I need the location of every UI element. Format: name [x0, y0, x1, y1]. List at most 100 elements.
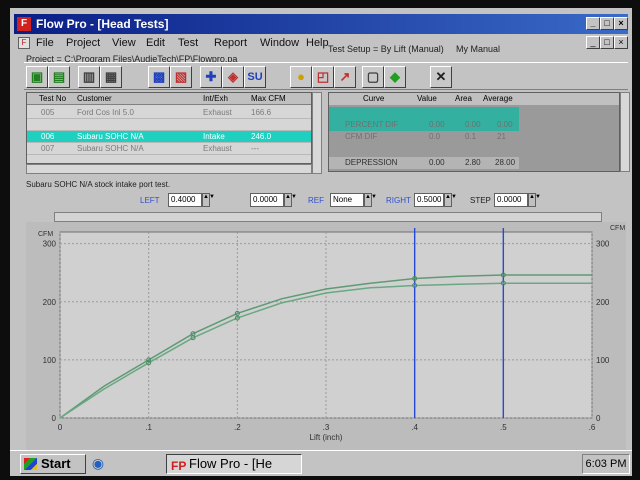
start-label: Start: [41, 456, 71, 471]
test-icon[interactable]: ◈: [222, 66, 244, 88]
curve-row[interactable]: [329, 143, 619, 155]
col-area[interactable]: Area: [455, 94, 472, 103]
menu-edit[interactable]: Edit: [146, 37, 165, 49]
col-value[interactable]: Value: [417, 94, 437, 103]
taskbar-flowpro-button[interactable]: FP Flow Pro - [He: [166, 454, 302, 474]
chart-icon[interactable]: ▧: [170, 66, 192, 88]
flow-chart: 0.1.2.3.4.5.6 0 100 200 300 0 100 200 300 CFM CFM L…: [26, 222, 626, 450]
right-label: RIGHT: [386, 196, 411, 205]
right-spinner[interactable]: ▲▼: [444, 193, 457, 207]
x-tick-label: .3: [323, 423, 330, 432]
window-title: Flow Pro - [Head Tests]: [36, 17, 169, 31]
table-row[interactable]: 005 Ford Cos Inl 5.0 Exhaust 166.6: [27, 107, 311, 119]
print-icon[interactable]: ▦: [100, 66, 122, 88]
table-row[interactable]: [27, 119, 311, 131]
menu-view[interactable]: View: [112, 37, 136, 49]
left-input[interactable]: 0.4000: [168, 193, 202, 207]
curve-row[interactable]: PERCENT DIF 0.00 0.00 0.00: [329, 119, 519, 131]
open-project-icon[interactable]: ▤: [48, 66, 70, 88]
grid-icon[interactable]: ▩: [148, 66, 170, 88]
doc-close-button[interactable]: ×: [614, 36, 628, 49]
curve-row[interactable]: DEPRESSION 0.00 2.80 28.00: [329, 157, 519, 169]
col-int-exh[interactable]: Int/Exh: [203, 94, 228, 103]
step-input[interactable]: 0.0000: [494, 193, 528, 207]
mid-spinner[interactable]: ▲▼: [284, 193, 297, 207]
x-tick-label: .6: [589, 423, 596, 432]
test-setup-label: Test Setup = By Lift (Manual): [328, 44, 444, 54]
maximize-button[interactable]: □: [600, 17, 614, 30]
clock: 6:03 PM: [582, 454, 630, 474]
windows-flag-icon: [24, 458, 37, 470]
toolbar: ▣ ▤ ▥ ▦ ▩ ▧ ✚ ◈ SU ● ◰ ↗ ▢ ◆ ✕: [24, 62, 628, 90]
left-spinner[interactable]: ▲▼: [202, 193, 215, 207]
table-row[interactable]: 007 Subaru SOHC N/A Exhaust ---: [27, 143, 311, 155]
y-right-tick-label: 100: [596, 356, 610, 365]
y-tick-label: 100: [43, 356, 57, 365]
menu-help[interactable]: Help: [306, 37, 329, 49]
y-tick-label: 200: [43, 298, 57, 307]
chart-hscroll[interactable]: [54, 212, 602, 222]
col-test-no[interactable]: Test No: [39, 94, 66, 103]
test-list-vscroll[interactable]: [312, 92, 322, 174]
x-tick-label: .2: [234, 423, 241, 432]
table-row-selected[interactable]: 006 Subaru SOHC N/A Intake 246.0: [27, 131, 311, 143]
x-tick-label: .5: [500, 423, 507, 432]
zoom-icon[interactable]: ▢: [362, 66, 384, 88]
coin-icon[interactable]: ●: [290, 66, 312, 88]
x-axis-label: Lift (inch): [310, 433, 343, 442]
y-right-axis-label: CFM: [610, 225, 625, 232]
y-right-tick-label: 300: [596, 240, 610, 249]
su-icon[interactable]: SU: [244, 66, 266, 88]
start-button[interactable]: Start: [20, 454, 86, 474]
color-icon[interactable]: ◆: [384, 66, 406, 88]
menu-project[interactable]: Project: [66, 37, 100, 49]
open-folder-icon[interactable]: ▣: [26, 66, 48, 88]
y-right-tick-label: 200: [596, 298, 610, 307]
x-tick-label: 0: [58, 423, 63, 432]
title-bar[interactable]: F Flow Pro - [Head Tests] _ □ ×: [14, 14, 628, 34]
flow-icon[interactable]: ✚: [200, 66, 222, 88]
fp-icon: FP: [171, 459, 187, 473]
right-input[interactable]: 0.5000: [414, 193, 444, 207]
y-tick-label: 300: [43, 240, 57, 249]
manual-label: My Manual: [456, 44, 501, 54]
screen: F Flow Pro - [Head Tests] _ □ × F File P…: [10, 8, 632, 474]
taskbar-task-label: Flow Pro - [He: [189, 456, 273, 471]
minimize-button[interactable]: _: [586, 17, 600, 30]
flow-chart-svg[interactable]: 0.1.2.3.4.5.601002003000100200300CFMCFML…: [26, 222, 626, 450]
curve-table-header: Curve Value Area Average: [329, 93, 619, 105]
col-average[interactable]: Average: [483, 94, 513, 103]
menu-file[interactable]: File: [36, 37, 54, 49]
col-customer[interactable]: Customer: [77, 94, 112, 103]
step-spinner[interactable]: ▲▼: [528, 193, 541, 207]
curve-table-vscroll[interactable]: [620, 92, 630, 172]
close-x-icon[interactable]: ✕: [430, 66, 452, 88]
menu-bar: F File Project View Edit Test Report Win…: [14, 34, 628, 52]
x-tick-label: .1: [145, 423, 152, 432]
app-icon[interactable]: F: [17, 17, 31, 31]
mid-input[interactable]: 0.0000: [250, 193, 284, 207]
curve-icon[interactable]: ↗: [334, 66, 356, 88]
curve-row[interactable]: [329, 107, 519, 119]
curve-row[interactable]: CFM DIF 0.0 0.1 21: [329, 131, 619, 143]
doc-restore-button[interactable]: □: [600, 36, 614, 49]
ref-spinner[interactable]: ▲▼: [364, 193, 377, 207]
close-button[interactable]: ×: [614, 17, 628, 30]
test-list-hscroll[interactable]: [26, 164, 312, 174]
menu-report[interactable]: Report: [214, 37, 247, 49]
col-max-cfm[interactable]: Max CFM: [251, 94, 286, 103]
step-label: STEP: [470, 196, 491, 205]
menu-window[interactable]: Window: [260, 37, 299, 49]
col-curve[interactable]: Curve: [363, 94, 384, 103]
ref-select[interactable]: None: [330, 193, 364, 207]
menu-test[interactable]: Test: [178, 37, 198, 49]
ref-label: REF: [308, 196, 324, 205]
test-list-header: Test No Customer Int/Exh Max CFM: [27, 93, 311, 105]
parameter-bar: LEFT 0.4000 ▲▼ 0.0000 ▲▼ REF None ▲▼ RIG…: [24, 192, 628, 210]
save-icon[interactable]: ▥: [78, 66, 100, 88]
document-icon[interactable]: F: [18, 37, 30, 49]
graph-icon[interactable]: ◰: [312, 66, 334, 88]
doc-minimize-button[interactable]: _: [586, 36, 600, 49]
test-description: Subaru SOHC N/A stock intake port test.: [26, 180, 171, 189]
quick-launch-icon[interactable]: ◉: [90, 455, 106, 471]
